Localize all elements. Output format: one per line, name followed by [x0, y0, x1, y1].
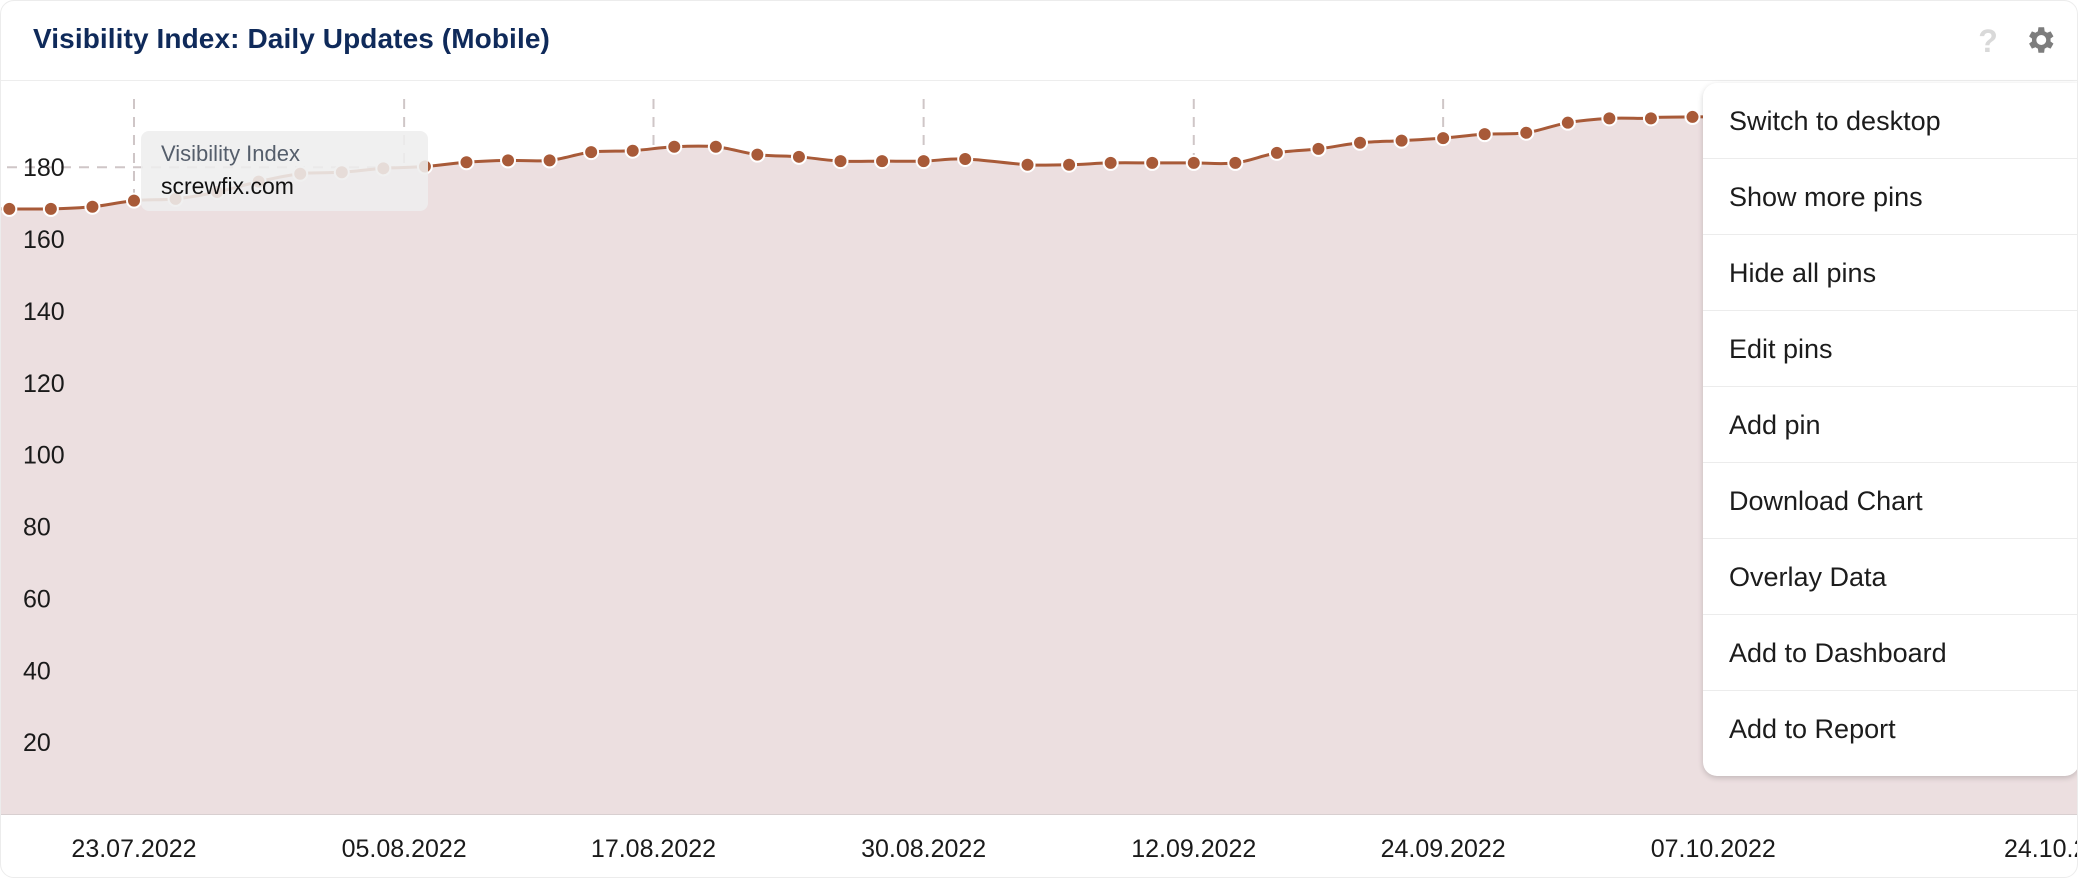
data-point	[1144, 154, 1161, 171]
data-point	[1393, 132, 1410, 149]
menu-item-edit-pins[interactable]: Edit pins	[1703, 311, 2077, 387]
menu-item-show-more-pins[interactable]: Show more pins	[1703, 159, 2077, 235]
question-mark-icon[interactable]: ?	[1973, 21, 2003, 61]
x-tick-label: 30.08.2022	[861, 835, 986, 863]
chart-tooltip: Visibility Index screwfix.com	[141, 131, 428, 211]
x-tick-label: 23.07.2022	[71, 835, 196, 863]
data-point	[749, 146, 766, 163]
data-point	[458, 154, 475, 171]
data-point	[541, 152, 558, 169]
data-point	[84, 198, 101, 215]
y-tick-label: 20	[23, 729, 51, 757]
data-point	[1310, 140, 1327, 157]
data-point	[624, 142, 641, 159]
data-point	[125, 192, 142, 209]
data-point	[1268, 144, 1285, 161]
x-tick-label: 05.08.2022	[342, 835, 467, 863]
data-point	[874, 153, 891, 170]
data-point	[1435, 130, 1452, 147]
data-point	[1352, 134, 1369, 151]
data-point	[583, 144, 600, 161]
tooltip-domain-label: screwfix.com	[161, 173, 294, 199]
y-tick-label: 180	[23, 154, 65, 182]
data-point	[790, 148, 807, 165]
y-tick-label: 160	[23, 226, 65, 254]
y-tick-label: 140	[23, 298, 65, 326]
chart-settings-menu: Switch to desktop Show more pins Hide al…	[1703, 83, 2077, 776]
chart-title: Visibility Index: Daily Updates (Mobile)	[33, 23, 550, 54]
menu-item-overlay-data[interactable]: Overlay Data	[1703, 539, 2077, 615]
data-point	[832, 153, 849, 170]
menu-item-hide-all-pins[interactable]: Hide all pins	[1703, 235, 2077, 311]
data-point	[666, 138, 683, 155]
menu-item-add-to-report[interactable]: Add to Report	[1703, 691, 2077, 767]
data-point	[42, 200, 59, 217]
y-tick-label: 120	[23, 370, 65, 398]
y-tick-label: 40	[23, 657, 51, 685]
x-tick-label: 24.10.2022	[2004, 835, 2078, 863]
data-point	[1185, 154, 1202, 171]
data-point	[915, 153, 932, 170]
menu-item-add-pin[interactable]: Add pin	[1703, 387, 2077, 463]
data-point	[1, 200, 18, 217]
x-tick-label: 07.10.2022	[1651, 835, 1776, 863]
data-point	[1061, 156, 1078, 173]
menu-item-add-to-dashboard[interactable]: Add to Dashboard	[1703, 615, 2077, 691]
y-tick-label: 60	[23, 585, 51, 613]
data-point	[1227, 154, 1244, 171]
x-tick-label: 17.08.2022	[591, 835, 716, 863]
data-point	[957, 150, 974, 167]
x-tick-label: 24.09.2022	[1381, 835, 1506, 863]
x-tick-label: 12.09.2022	[1131, 835, 1256, 863]
data-point	[1601, 110, 1618, 127]
data-point	[500, 152, 517, 169]
y-tick-label: 80	[23, 514, 51, 542]
gear-icon[interactable]	[2023, 23, 2057, 57]
menu-item-switch-to-desktop[interactable]: Switch to desktop	[1703, 83, 2077, 159]
data-point	[707, 138, 724, 155]
data-point	[1476, 126, 1493, 143]
data-point	[1518, 124, 1535, 141]
data-point	[1102, 154, 1119, 171]
data-point	[1642, 110, 1659, 127]
data-point	[1559, 114, 1576, 131]
chart-card: Visibility Index: Daily Updates (Mobile)…	[0, 0, 2078, 878]
tooltip-series-label: Visibility Index	[161, 141, 300, 166]
x-axis: 23.07.2022 05.08.2022 17.08.2022 30.08.2022…	[71, 835, 2078, 863]
card-header: Visibility Index: Daily Updates (Mobile)…	[1, 1, 2077, 81]
y-tick-label: 100	[23, 442, 65, 470]
menu-item-download-chart[interactable]: Download Chart	[1703, 463, 2077, 539]
data-point	[1019, 156, 1036, 173]
data-point	[1684, 108, 1701, 125]
